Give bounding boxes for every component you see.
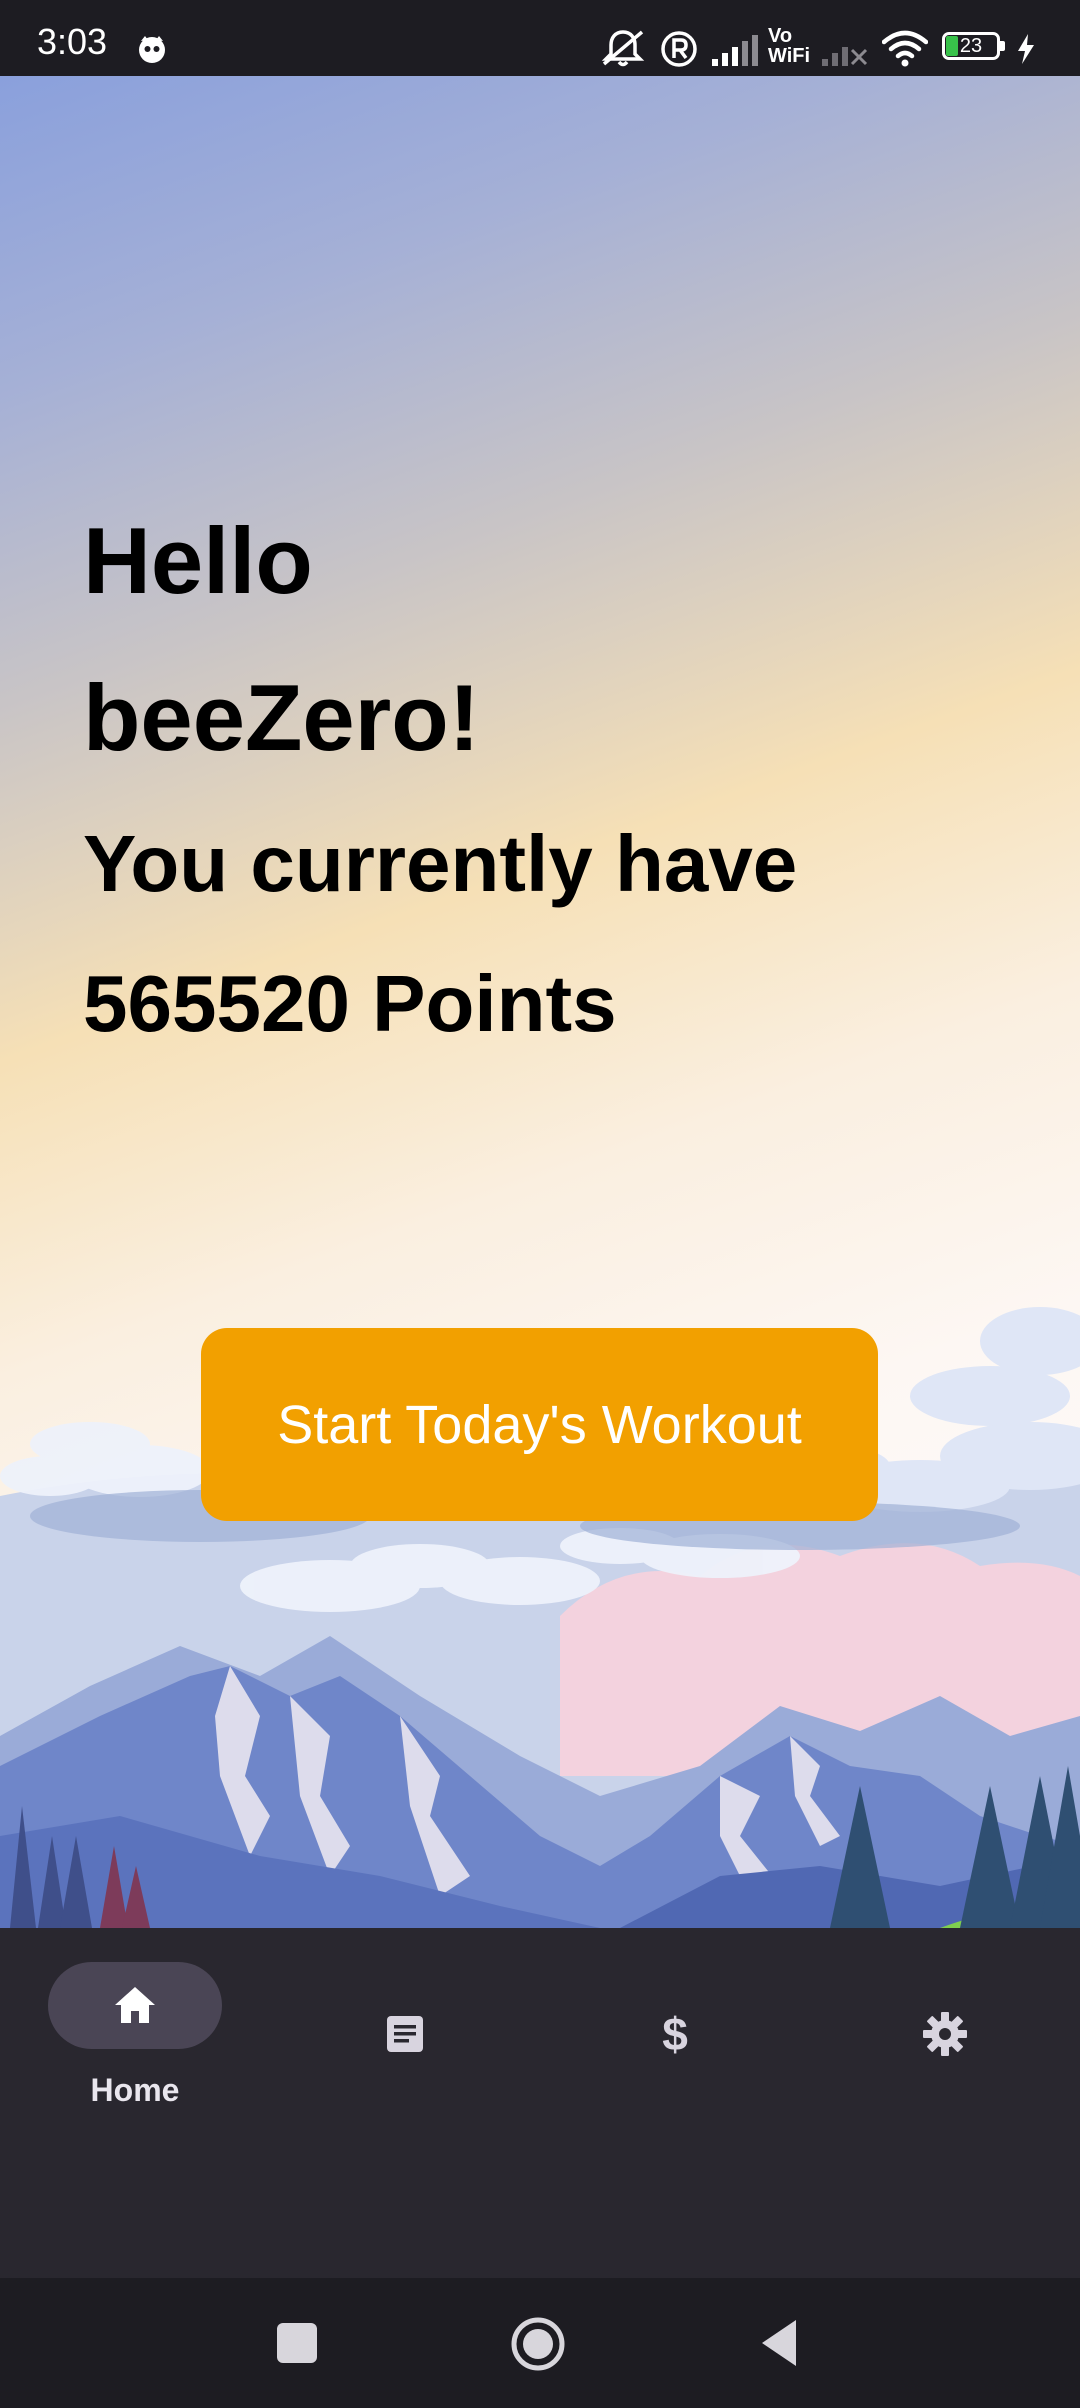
mute-icon [601,30,645,67]
document-icon [387,2016,423,2052]
nav-item-log[interactable] [270,1928,540,2278]
start-workout-button[interactable]: Start Today's Workout [201,1328,878,1521]
dollar-icon: $ [662,2010,688,2058]
nav-item-settings[interactable] [810,1928,1080,2278]
svg-text:$: $ [662,2010,688,2058]
notification-face-icon [139,36,165,63]
nav-item-home[interactable]: Home [0,1928,270,2278]
greeting-username-text: beeZero! [83,665,480,770]
greeting-hello-text: Hello [83,508,313,613]
gear-icon [923,2012,967,2056]
battery-icon: 23 [942,32,1008,64]
battery-level-text: 23 [959,35,983,57]
points-value-text: 565520 Points [83,959,617,1048]
system-navigation-bar [0,2278,1080,2408]
signal-off-icon [822,47,868,66]
registered-icon [661,31,697,67]
vowifi-bottom-text: WiFi [768,45,811,67]
bottom-navigation-bar: Home $ [0,1928,1080,2278]
home-button[interactable] [510,2316,566,2372]
charging-icon [1018,34,1034,64]
status-time: 3:03 [37,21,108,62]
recents-button[interactable] [276,2322,318,2364]
status-bar: 3:03 Vo WiFi 23 [0,0,1080,76]
vowifi-icon: Vo WiFi [768,26,814,70]
back-button[interactable] [758,2318,800,2368]
points-intro-text: You currently have [83,819,798,908]
signal-icon [712,35,758,66]
start-workout-button-label: Start Today's Workout [277,1394,802,1455]
home-hero: Hello beeZero! You currently have 565520… [0,76,1080,1928]
home-icon [115,1987,155,2023]
wifi-icon [882,30,928,67]
app-root: 3:03 Vo WiFi 23 Hello beeZero! You curre… [0,0,1080,2408]
nav-item-home-label: Home [90,2072,180,2108]
vowifi-top-text: Vo [768,25,793,47]
nav-item-rewards[interactable]: $ [540,1928,810,2278]
